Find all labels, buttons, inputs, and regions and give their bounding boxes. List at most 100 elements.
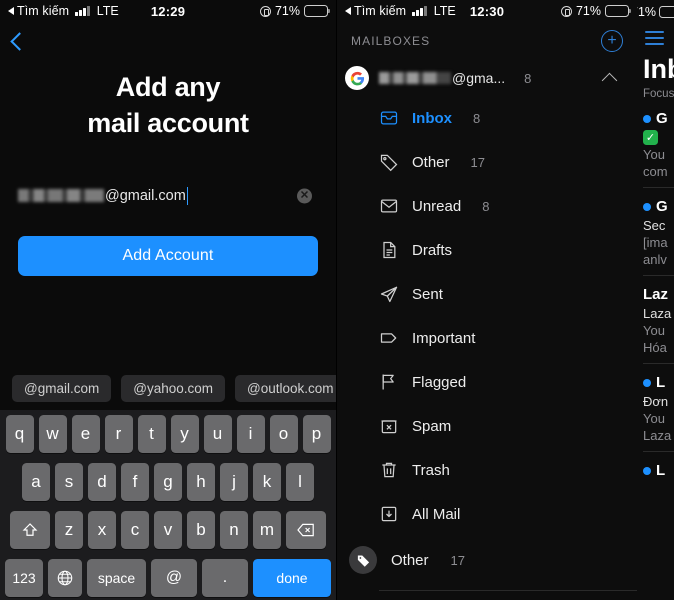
status-bar-right-group: 71% xyxy=(560,4,632,18)
message-preview-1: You xyxy=(643,323,665,338)
mailbox-item-other[interactable]: Other 17 xyxy=(337,140,637,184)
suggestion-chip[interactable]: @outlook.com xyxy=(234,374,336,402)
text-caret xyxy=(186,186,189,205)
key-y[interactable]: y xyxy=(170,415,199,453)
key-period[interactable]: . xyxy=(202,559,248,597)
account-email-visible: @gma... xyxy=(452,70,506,86)
keyboard-row-2: a s d f g h j k l xyxy=(3,463,333,501)
key-space[interactable]: space xyxy=(87,559,146,597)
key-s[interactable]: s xyxy=(55,463,83,501)
message-header: L xyxy=(643,462,674,479)
suggestion-chip[interactable]: @gmail.com xyxy=(12,374,112,402)
mailbox-item-sent[interactable]: Sent xyxy=(337,272,637,316)
label-tag-icon xyxy=(379,328,399,348)
battery-group-clipped: 71% xyxy=(637,5,674,19)
battery-percent-label: 71% xyxy=(274,4,300,18)
mailbox-item-all-mail[interactable]: All Mail xyxy=(337,492,637,536)
key-g[interactable]: g xyxy=(154,463,182,501)
mailbox-item-inbox[interactable]: Inbox 8 xyxy=(337,96,637,140)
key-l[interactable]: l xyxy=(286,463,314,501)
keyboard-suggestion-bar: @gmail.com @yahoo.com @outlook.com xyxy=(0,366,336,410)
key-x[interactable]: x xyxy=(88,511,116,549)
key-k[interactable]: k xyxy=(253,463,281,501)
key-t[interactable]: t xyxy=(137,415,166,453)
message-header: Laz xyxy=(643,286,674,303)
mailbox-item-unread[interactable]: Unread 8 xyxy=(337,184,637,228)
mailbox-footer-other[interactable]: Other 17 xyxy=(337,538,637,582)
message-preview-2: anlv xyxy=(643,252,667,267)
message-header: G xyxy=(643,198,674,215)
hamburger-menu-icon[interactable] xyxy=(645,31,664,45)
mailbox-count: 17 xyxy=(470,154,485,170)
mailbox-item-flagged[interactable]: Flagged xyxy=(337,360,637,404)
key-h[interactable]: h xyxy=(187,463,215,501)
three-panel-screenshot: Tìm kiếm LTE 12:29 71% Add any mail acco… xyxy=(0,0,674,600)
message-subject: Laza xyxy=(643,306,672,321)
mailbox-label: Other xyxy=(412,153,450,171)
key-n[interactable]: n xyxy=(220,511,248,549)
message-preview-2: Laza xyxy=(643,428,672,443)
backspace-icon[interactable] xyxy=(286,511,326,549)
key-v[interactable]: v xyxy=(154,511,182,549)
chevron-up-icon[interactable] xyxy=(601,72,618,88)
mailbox-divider xyxy=(379,590,637,591)
page-title-line2: mail account xyxy=(87,107,249,138)
plus-circle-icon[interactable]: + xyxy=(601,30,623,52)
key-p[interactable]: p xyxy=(302,415,331,453)
key-z[interactable]: z xyxy=(55,511,83,549)
mailboxes-panel: Tìm kiếm LTE 12:30 71% MAILBOXES + @gma.… xyxy=(337,0,637,600)
shift-arrow-icon[interactable] xyxy=(10,511,50,549)
key-m[interactable]: m xyxy=(253,511,281,549)
mailbox-item-important[interactable]: Important xyxy=(337,316,637,360)
mailbox-item-drafts[interactable]: Drafts xyxy=(337,228,637,272)
location-arrow-icon xyxy=(560,5,572,17)
mailboxes-title: MAILBOXES xyxy=(351,34,431,48)
key-f[interactable]: f xyxy=(121,463,149,501)
message-header: L xyxy=(643,374,674,391)
key-r[interactable]: r xyxy=(104,415,133,453)
mailbox-item-spam[interactable]: Spam xyxy=(337,404,637,448)
inbox-subtitle: Focuse xyxy=(643,88,674,100)
battery-icon xyxy=(659,6,674,18)
redacted-username-blur xyxy=(18,189,104,203)
key-q[interactable]: q xyxy=(5,415,34,453)
clear-circle-icon[interactable]: ✕ xyxy=(297,188,312,204)
on-screen-keyboard: q w e r t y u i o p a s d f g h j k l z … xyxy=(0,410,336,600)
green-check-icon: ✓ xyxy=(643,130,658,145)
key-a[interactable]: a xyxy=(22,463,50,501)
key-o[interactable]: o xyxy=(269,415,298,453)
key-at[interactable]: @ xyxy=(151,559,197,597)
inbox-message-row[interactable]: L xyxy=(637,452,674,487)
message-sender: Laz xyxy=(643,286,669,303)
globe-icon[interactable] xyxy=(48,559,82,597)
status-bar-right-group: 71% xyxy=(259,4,331,18)
key-done[interactable]: done xyxy=(253,559,331,597)
inbox-message-row[interactable]: L Đơn You Laza xyxy=(637,364,674,451)
message-header: G xyxy=(643,110,674,127)
inbox-message-row[interactable]: G Sec [ima anlv xyxy=(637,188,674,275)
suggestion-chip[interactable]: @yahoo.com xyxy=(121,374,225,402)
key-w[interactable]: w xyxy=(38,415,67,453)
mailbox-item-trash[interactable]: Trash xyxy=(337,448,637,492)
inbox-message-row[interactable]: Laz Laza You Hóa xyxy=(637,276,674,363)
keyboard-row-1: q w e r t y u i o p xyxy=(3,415,333,453)
mailbox-count: 8 xyxy=(482,198,490,214)
chevron-left-icon[interactable] xyxy=(10,31,29,51)
key-c[interactable]: c xyxy=(121,511,149,549)
key-d[interactable]: d xyxy=(88,463,116,501)
spam-box-icon xyxy=(379,416,399,436)
inbox-message-row[interactable]: G ✓ You com xyxy=(637,100,674,187)
mailbox-label: Flagged xyxy=(412,373,467,391)
key-b[interactable]: b xyxy=(187,511,215,549)
key-numbers[interactable]: 123 xyxy=(5,559,43,597)
account-row[interactable]: @gma... 8 xyxy=(337,60,637,96)
key-j[interactable]: j xyxy=(220,463,248,501)
key-e[interactable]: e xyxy=(71,415,100,453)
key-u[interactable]: u xyxy=(203,415,232,453)
message-sender: G xyxy=(656,198,668,215)
add-account-button[interactable]: Add Account xyxy=(18,235,318,276)
email-input-field[interactable]: @gmail.com ✕ xyxy=(18,178,318,214)
back-nav-row[interactable] xyxy=(0,22,336,60)
key-i[interactable]: i xyxy=(236,415,265,453)
